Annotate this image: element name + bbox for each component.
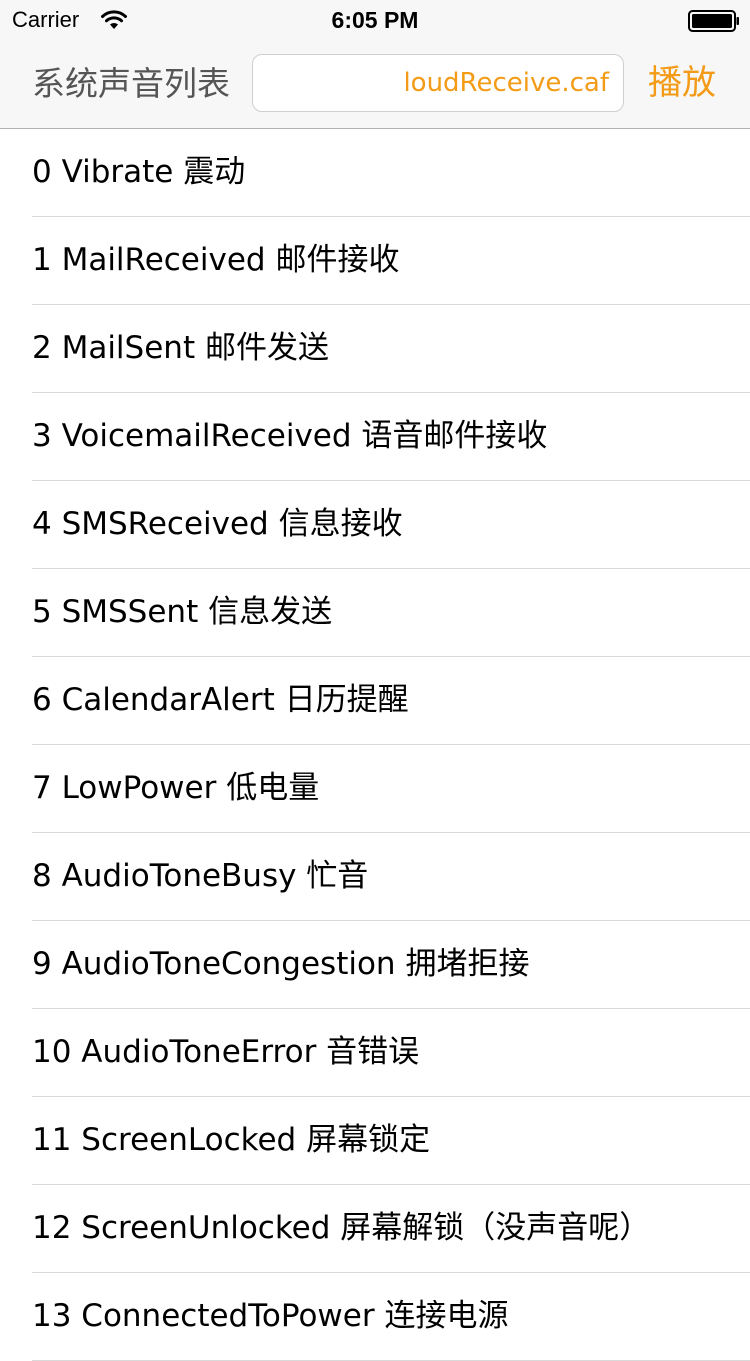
sound-list-item-label: 6 CalendarAlert 日历提醒 <box>32 682 409 718</box>
navigation-bar: 系统声音列表 loudReceive.caf 播放 <box>0 40 750 129</box>
status-time: 6:05 PM <box>331 7 419 33</box>
sound-list-item[interactable]: 4 SMSReceived 信息接收 <box>0 481 750 569</box>
sound-list-item-label: 9 AudioToneCongestion 拥堵拒接 <box>32 946 530 982</box>
sound-list-item[interactable]: 12 ScreenUnlocked 屏幕解锁（没声音呢） <box>0 1185 750 1273</box>
sound-list-item-label: 12 ScreenUnlocked 屏幕解锁（没声音呢） <box>32 1210 651 1246</box>
sound-list-item-label: 5 SMSSent 信息发送 <box>32 594 333 630</box>
sound-list-item-label: 3 VoicemailReceived 语音邮件接收 <box>32 418 548 454</box>
sound-list-item-label: 13 ConnectedToPower 连接电源 <box>32 1298 509 1334</box>
sound-list-item[interactable]: 5 SMSSent 信息发送 <box>0 569 750 657</box>
sound-list: 0 Vibrate 震动 1 MailReceived 邮件接收 2 MailS… <box>0 129 750 1361</box>
status-bar: Carrier 6:05 PM <box>0 0 750 40</box>
sound-list-item-label: 1 MailReceived 邮件接收 <box>32 242 400 278</box>
sound-list-item-label: 2 MailSent 邮件发送 <box>32 330 329 366</box>
sound-list-item-label: 7 LowPower 低电量 <box>32 770 320 806</box>
battery-icon <box>688 10 739 32</box>
sound-list-item[interactable]: 13 ConnectedToPower 连接电源 <box>0 1273 750 1361</box>
page-title: 系统声音列表 <box>32 64 230 103</box>
sound-list-item-label: 11 ScreenLocked 屏幕锁定 <box>32 1122 431 1158</box>
sound-list-item[interactable]: 3 VoicemailReceived 语音邮件接收 <box>0 393 750 481</box>
sound-list-item[interactable]: 7 LowPower 低电量 <box>0 745 750 833</box>
sound-file-field[interactable]: loudReceive.caf <box>252 54 624 112</box>
sound-list-item-label: 4 SMSReceived 信息接收 <box>32 506 403 542</box>
sound-list-item[interactable]: 9 AudioToneCongestion 拥堵拒接 <box>0 921 750 1009</box>
sound-list-item[interactable]: 10 AudioToneError 音错误 <box>0 1009 750 1097</box>
sound-list-item-label: 8 AudioToneBusy 忙音 <box>32 858 369 894</box>
sound-list-item[interactable]: 2 MailSent 邮件发送 <box>0 305 750 393</box>
sound-list-item[interactable]: 11 ScreenLocked 屏幕锁定 <box>0 1097 750 1185</box>
play-button[interactable]: 播放 <box>648 60 716 106</box>
sound-list-item[interactable]: 6 CalendarAlert 日历提醒 <box>0 657 750 745</box>
sound-list-item[interactable]: 0 Vibrate 震动 <box>0 129 750 217</box>
sound-list-item-label: 10 AudioToneError 音错误 <box>32 1034 420 1070</box>
sound-list-item[interactable]: 1 MailReceived 邮件接收 <box>0 217 750 305</box>
sound-list-item-label: 0 Vibrate 震动 <box>32 154 246 190</box>
sound-list-item[interactable]: 8 AudioToneBusy 忙音 <box>0 833 750 921</box>
